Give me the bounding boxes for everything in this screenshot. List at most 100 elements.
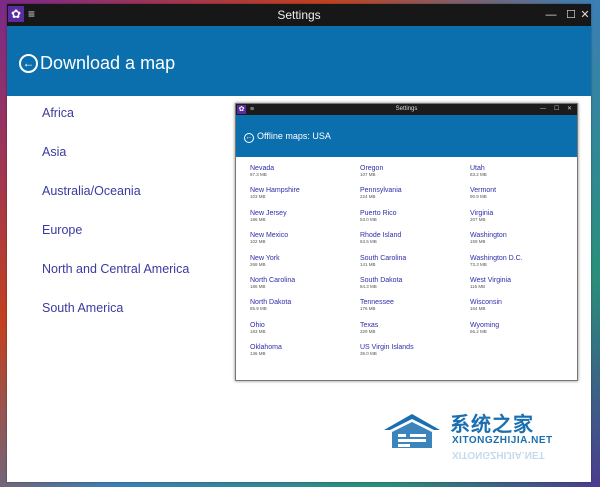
state-item[interactable]: Texas 329 MB [360, 322, 378, 335]
state-name: Puerto Rico [360, 209, 397, 217]
region-item-north-central-america[interactable]: North and Central America [42, 262, 189, 276]
house-logo-icon [384, 414, 440, 448]
state-item[interactable]: New Hampshire 103 MB [250, 187, 300, 200]
state-item[interactable]: West Virginia 115 MB [470, 277, 511, 290]
state-name: Washington D.C. [470, 254, 523, 262]
state-size: 183 MB [250, 328, 266, 334]
region-item-africa[interactable]: Africa [42, 106, 74, 120]
state-item[interactable]: Washington 159 MB [470, 232, 507, 245]
inset-page-title: Offline maps: USA [257, 131, 331, 141]
state-name: Virginia [470, 209, 494, 217]
state-size: 103 MB [250, 194, 266, 200]
state-name: Texas [360, 321, 379, 329]
inset-maximize-button[interactable]: ☐ [554, 104, 559, 115]
state-size: 73.3 MB [470, 261, 487, 267]
state-size: 268 MB [250, 261, 266, 267]
state-size: 90.9 MB [470, 194, 487, 200]
state-name: Washington [470, 232, 507, 240]
state-name: Vermont [470, 187, 497, 195]
state-size: 83.2 MB [470, 172, 487, 177]
state-name: Oregon [360, 165, 384, 172]
inset-back-arrow-icon[interactable]: ← [244, 133, 254, 143]
state-item[interactable]: Washington D.C. 73.3 MB [470, 255, 523, 268]
state-item[interactable]: Utah 83.2 MB [470, 165, 487, 178]
inset-screenshot: ✿ ≡ Settings — ☐ ✕ ← Offline maps: USA N… [235, 103, 578, 381]
state-item[interactable]: New York 268 MB [250, 255, 280, 268]
back-arrow-icon[interactable]: ← [19, 54, 38, 73]
inset-minimize-button[interactable]: — [540, 104, 546, 115]
state-item[interactable]: US Virgin Islands 39.0 MB [360, 344, 414, 357]
state-size: 66.2 MB [470, 328, 487, 334]
state-size: 224 MB [360, 194, 376, 200]
state-name: New Jersey [250, 209, 287, 217]
state-item[interactable]: New Mexico 102 MB [250, 232, 288, 245]
state-item[interactable]: South Carolina 141 MB [360, 255, 406, 268]
watermark: 系统之家 XITONGZHIJIA.NET XITONGZHIJIA.NET [380, 402, 580, 482]
state-name: Rhode Island [360, 232, 402, 240]
inset-title-bar: ✿ ≡ Settings — ☐ ✕ [236, 104, 577, 115]
state-item[interactable]: Oregon 107 MB [360, 165, 383, 178]
state-size: 115 MB [470, 284, 486, 289]
watermark-chinese-text: 系统之家 [450, 414, 534, 436]
state-name: New Mexico [250, 232, 289, 240]
state-name: Oklahoma [250, 344, 282, 352]
state-item[interactable]: North Dakota 85.9 MB [250, 299, 291, 312]
page-title: Download a map [40, 53, 176, 73]
state-name: Tennessee [360, 299, 394, 307]
state-name: Wisconsin [470, 299, 502, 307]
state-name: North Dakota [250, 299, 292, 307]
state-item[interactable]: Rhode Island 63.6 MB [360, 232, 401, 245]
state-size: 53.0 MB [360, 216, 377, 222]
state-name: West Virginia [470, 277, 511, 284]
state-size: 67.3 MB [250, 172, 267, 177]
state-name: North Carolina [250, 277, 296, 284]
state-name: US Virgin Islands [360, 344, 414, 352]
state-size: 102 MB [250, 239, 266, 245]
state-item[interactable]: Tennessee 176 MB [360, 299, 394, 312]
state-size: 329 MB [360, 328, 376, 334]
state-item[interactable]: Virginia 207 MB [470, 210, 493, 223]
minimize-button[interactable]: — [541, 4, 561, 26]
state-item[interactable]: North Carolina 186 MB [250, 277, 295, 290]
state-name: South Dakota [360, 277, 403, 284]
state-size: 164 MB [470, 306, 486, 312]
state-item[interactable]: Oklahoma 136 MB [250, 344, 282, 357]
state-item[interactable]: Puerto Rico 53.0 MB [360, 210, 397, 223]
window-title: Settings [277, 8, 321, 22]
state-name: Nevada [250, 165, 275, 172]
state-item[interactable]: Ohio 183 MB [250, 322, 266, 335]
watermark-url-reflection: XITONGZHIJIA.NET [452, 449, 545, 460]
state-item[interactable]: New Jersey 186 MB [250, 210, 287, 223]
state-name: New Hampshire [250, 187, 300, 195]
state-size: 84.3 MB [360, 284, 377, 289]
state-item[interactable]: Wisconsin 164 MB [470, 299, 502, 312]
state-name: Ohio [250, 321, 265, 329]
state-size: 63.6 MB [360, 239, 377, 245]
state-item[interactable]: Wyoming 66.2 MB [470, 322, 499, 335]
state-size: 136 MB [250, 351, 266, 357]
state-name: Utah [470, 165, 485, 172]
close-button[interactable]: ✕ [575, 4, 595, 26]
watermark-url: XITONGZHIJIA.NET [452, 435, 553, 446]
state-name: South Carolina [360, 254, 407, 262]
state-size: 186 MB [250, 284, 266, 289]
region-item-europe[interactable]: Europe [42, 223, 82, 237]
region-item-asia[interactable]: Asia [42, 145, 66, 159]
state-size: 39.0 MB [360, 351, 377, 357]
state-size: 107 MB [360, 172, 376, 177]
title-bar: ✿ ≡ Settings — ☐ ✕ [7, 4, 591, 26]
inset-close-button[interactable]: ✕ [567, 104, 572, 115]
state-size: 176 MB [360, 306, 376, 312]
state-item[interactable]: South Dakota 84.3 MB [360, 277, 402, 290]
state-size: 207 MB [470, 216, 486, 222]
state-name: Pennsylvania [360, 187, 402, 195]
state-name: New York [250, 254, 280, 262]
state-size: 141 MB [360, 261, 376, 267]
state-item[interactable]: Nevada 67.3 MB [250, 165, 274, 178]
state-item[interactable]: Vermont 90.9 MB [470, 187, 496, 200]
state-size: 85.9 MB [250, 306, 267, 312]
state-item[interactable]: Pennsylvania 224 MB [360, 187, 402, 200]
state-size: 159 MB [470, 239, 486, 245]
region-item-south-america[interactable]: South America [42, 301, 123, 315]
region-item-australia-oceania[interactable]: Australia/Oceania [42, 184, 141, 198]
